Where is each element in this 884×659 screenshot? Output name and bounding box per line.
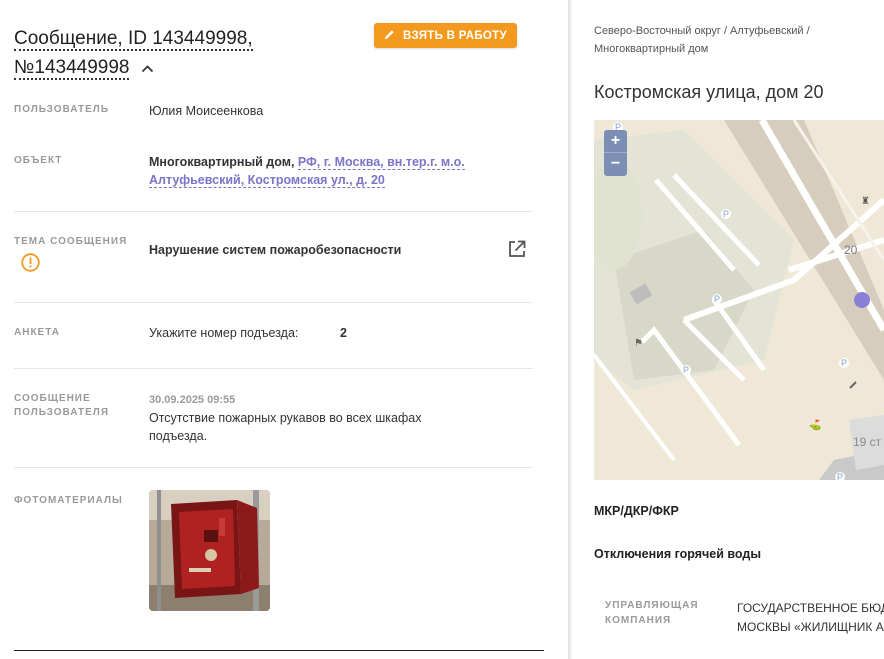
svg-text:P: P — [837, 472, 843, 480]
object-label: ОБЪЕКТ — [14, 155, 63, 166]
user-message-label-line1: СООБЩЕНИЕ — [14, 393, 91, 404]
breadcrumb-line1[interactable]: Северо-Восточный округ / Алтуфьевский / — [594, 25, 810, 37]
pencil-icon — [384, 29, 395, 43]
svg-text:19 ст: 19 ст — [853, 435, 882, 449]
svg-text:P: P — [841, 358, 847, 368]
object-address-link-1[interactable]: РФ, г. Москва, вн.тер.г. м.о. — [297, 155, 465, 170]
management-company-value-line2: МОСКВЫ «ЖИЛИЩНИК А — [737, 620, 884, 634]
divider — [14, 467, 533, 468]
user-message-label: СООБЩЕНИЕ ПОЛЬЗОВАТЕЛЯ — [14, 392, 109, 420]
form-label: АНКЕТА — [14, 327, 60, 338]
object-value: Многоквартирный дом, РФ, г. Москва, вн.т… — [149, 153, 479, 189]
external-link-icon[interactable] — [507, 239, 527, 259]
object-panel: Северо-Восточный округ / Алтуфьевский / … — [572, 0, 884, 659]
svg-text:P: P — [683, 365, 689, 375]
svg-text:♜: ♜ — [861, 196, 870, 207]
svg-text:⛳: ⛳ — [809, 418, 821, 431]
hot-water-section-title[interactable]: Отключения горячей воды — [594, 547, 761, 561]
message-title: Сообщение, ID 143449998, №143449998 — [14, 24, 344, 82]
map[interactable]: 20 19 ст P P P P P P ♜ ⛳ ⚑ + − — [594, 120, 884, 480]
bottom-divider — [14, 650, 544, 651]
svg-text:P: P — [723, 209, 729, 219]
take-to-work-label: ВЗЯТЬ В РАБОТУ — [403, 29, 507, 42]
message-title-line2: №143449998 — [14, 57, 130, 80]
user-value: Юлия Моисеенкова — [149, 104, 264, 118]
management-company-label-line1: УПРАВЛЯЮЩАЯ — [605, 600, 699, 611]
management-company-value: ГОСУДАРСТВЕННОЕ БЮД МОСКВЫ «ЖИЛИЩНИК А — [737, 599, 884, 637]
divider — [14, 302, 533, 303]
divider — [14, 368, 533, 369]
message-title-line1: Сообщение, ID 143449998, — [14, 28, 253, 51]
management-company-label: УПРАВЛЯЮЩАЯ КОМПАНИЯ — [605, 598, 705, 628]
svg-text:⚑: ⚑ — [634, 338, 643, 349]
map-zoom-controls: + − — [604, 130, 627, 176]
zoom-in-button[interactable]: + — [604, 130, 627, 153]
message-panel: Сообщение, ID 143449998, №143449998 ВЗЯТ… — [0, 0, 568, 659]
user-message-label-line2: ПОЛЬЗОВАТЕЛЯ — [14, 407, 110, 418]
chevron-up-icon[interactable] — [141, 53, 154, 82]
user-message-text-1: Отсутствие пожарных рукавов во всех шкаф… — [149, 411, 422, 425]
object-address-link-2[interactable]: Алтуфьевский, Костромская ул., д. 20 — [149, 173, 385, 188]
breadcrumb: Северо-Восточный округ / Алтуфьевский / … — [594, 22, 874, 58]
user-message-date: 30.09.2025 09:55 — [149, 394, 236, 406]
warning-circle-icon — [21, 253, 40, 272]
user-message-text-2: подъезда. — [149, 429, 208, 443]
photo-thumbnail[interactable] — [149, 490, 270, 611]
topic-label: ТЕМА СООБЩЕНИЯ — [14, 236, 128, 247]
svg-text:P: P — [714, 294, 720, 304]
mkr-section-title[interactable]: МКР/ДКР/ФКР — [594, 504, 679, 518]
object-type: Многоквартирный дом, — [149, 155, 295, 169]
take-to-work-button[interactable]: ВЗЯТЬ В РАБОТУ — [374, 23, 517, 48]
zoom-out-button[interactable]: − — [604, 153, 627, 176]
divider — [14, 211, 533, 212]
user-message: 30.09.2025 09:55 Отсутствие пожарных рук… — [149, 390, 449, 445]
object-address-title: Костромская улица, дом 20 — [594, 82, 824, 102]
svg-text:20: 20 — [844, 243, 858, 257]
user-label: ПОЛЬЗОВАТЕЛЬ — [14, 104, 110, 115]
management-company-value-line1: ГОСУДАРСТВЕННОЕ БЮД — [737, 601, 884, 615]
form-answer: 2 — [340, 326, 347, 340]
breadcrumb-line2[interactable]: Многоквартирный дом — [594, 43, 708, 55]
form-question: Укажите номер подъезда: — [149, 326, 299, 340]
management-company-label-line2: КОМПАНИЯ — [605, 615, 672, 626]
photos-label: ФОТОМАТЕРИАЛЫ — [14, 495, 123, 506]
topic-value: Нарушение систем пожаробезопасности — [149, 243, 402, 257]
